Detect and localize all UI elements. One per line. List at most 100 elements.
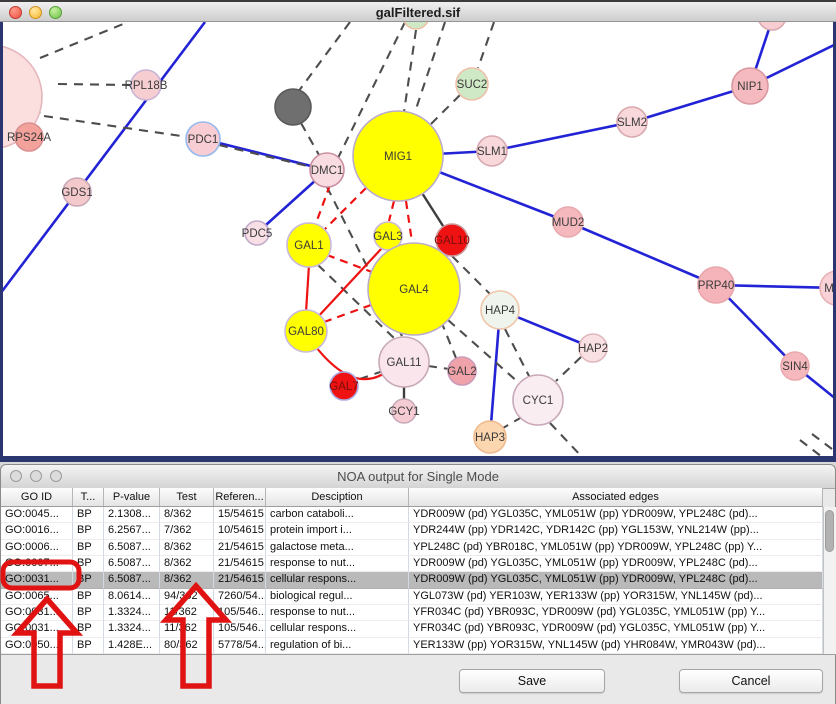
column-header-t-[interactable]: T... [73,488,104,506]
table-cell: 7260/54... [214,589,266,605]
table-row[interactable]: GO:0065...BP8.0614...94/3627260/54...bio… [1,589,823,605]
table-row[interactable]: GO:0031...BP1.3324...11/362105/546...cel… [1,621,823,637]
node-label-HAP4: HAP4 [485,305,516,317]
cancel-button[interactable]: Cancel [679,669,823,693]
table-cell: regulation of bi... [266,638,409,654]
node-label-PRP40: PRP40 [698,280,734,292]
table-cell: GO:0016... [1,523,73,539]
network-window-title: galFiltered.sif [0,5,836,20]
network-canvas: RPL18BRPS24AGDS1PDC1PDC5DMC1MIG1SUC2SLM1… [0,22,836,462]
scrollbar-thumb[interactable] [825,510,834,552]
table-cell: GO:0065... [1,589,73,605]
node-label-GAL80: GAL80 [288,326,324,338]
noa-window-titlebar[interactable]: NOA output for Single Mode [1,465,835,489]
table-header-row: GO IDT...P-valueTestReferen...Desciption… [1,488,823,507]
node-label-GAL2: GAL2 [447,366,476,378]
table-cell: BP [73,540,104,556]
vertical-scrollbar[interactable] [823,507,836,654]
table-row[interactable]: GO:0006...BP6.5087...8/36221/54615galact… [1,540,823,556]
table-cell: YDR244W (pp) YDR142C, YDR142C (pp) YGL15… [409,523,823,539]
node-label-PDC5: PDC5 [242,228,273,240]
table-cell: 1.3324... [104,605,160,621]
table-cell: carbon cataboli... [266,507,409,523]
table-cell: 15/54615 [214,507,266,523]
table-cell: YER133W (pp) YOR315W, YNL145W (pd) YHR08… [409,638,823,654]
table-cell: 105/546... [214,621,266,637]
network-window: RPL18BRPS24AGDS1PDC1PDC5DMC1MIG1SUC2SLM1… [0,0,836,462]
table-row[interactable]: GO:0050...BP1.428E...80/3625778/54...reg… [1,638,823,654]
table-cell: galactose meta... [266,540,409,556]
table-cell: cellular respons... [266,572,409,588]
table-cell: GO:0045... [1,507,73,523]
table-cell: 6.5087... [104,540,160,556]
table-cell: GO:0050... [1,638,73,654]
noa-window-title: NOA output for Single Mode [1,469,835,484]
table-cell: YGL073W (pd) YER103W, YER133W (pp) YOR31… [409,589,823,605]
table-cell: YDR009W (pd) YGL035C, YML051W (pp) YDR00… [409,556,823,572]
node-label-GDS1: GDS1 [61,187,92,199]
node-label-CYC1: CYC1 [523,395,554,407]
node-label-RPL18B: RPL18B [125,80,168,92]
table-cell: YFR034C (pd) YBR093C, YDR009W (pd) YGL03… [409,605,823,621]
column-header-desciption[interactable]: Desciption [266,488,409,506]
table-row[interactable]: GO:0031...BP1.3324...11/362105/546...res… [1,605,823,621]
table-cell: BP [73,556,104,572]
table-cell: 94/362 [160,589,214,605]
save-button[interactable]: Save [459,669,605,693]
table-cell: 11/362 [160,605,214,621]
table-cell: 8.0614... [104,589,160,605]
table-cell: GO:0007... [1,556,73,572]
window-border-left [0,22,3,456]
table-cell: biological regul... [266,589,409,605]
node-label-SLM1: SLM1 [477,146,507,158]
node-label-MIG1: MIG1 [384,151,412,163]
network-window-titlebar[interactable]: galFiltered.sif [0,0,836,22]
table-cell: BP [73,572,104,588]
table-cell: GO:0031... [1,572,73,588]
table-row[interactable]: GO:0016...BP6.2567...7/36210/54615protei… [1,523,823,539]
table-cell: 8/362 [160,556,214,572]
table-cell: response to nut... [266,556,409,572]
column-header-test[interactable]: Test [160,488,214,506]
table-cell: BP [73,621,104,637]
node-label-MUD2: MUD2 [552,217,585,229]
node-label-GAL3: GAL3 [373,231,402,243]
node-label-GAL1: GAL1 [294,240,323,252]
table-cell: GO:0006... [1,540,73,556]
node-label-HAP3: HAP3 [475,432,505,444]
table-cell: BP [73,638,104,654]
column-header-referen-[interactable]: Referen... [214,488,266,506]
column-header-associated-edges[interactable]: Associated edges [409,488,823,506]
table-cell: 6.2567... [104,523,160,539]
table-cell: 5778/54... [214,638,266,654]
node-label-DMC1: DMC1 [311,165,344,177]
table-cell: 80/362 [160,638,214,654]
column-header-go-id[interactable]: GO ID [1,488,73,506]
table-bottom-divider [1,654,836,655]
node-label-NIP1: NIP1 [737,81,763,93]
table-cell: 8/362 [160,540,214,556]
table-cell: 11/362 [160,621,214,637]
node-label-GAL4: GAL4 [399,284,429,296]
table-cell: protein import i... [266,523,409,539]
table-cell: GO:0031... [1,605,73,621]
network-node-unnamed-gray[interactable] [275,89,311,125]
table-cell: 21/54615 [214,556,266,572]
table-cell: 105/546... [214,605,266,621]
node-label-GCY1: GCY1 [388,406,419,418]
node-label-SUC2: SUC2 [457,79,488,91]
column-header-p-value[interactable]: P-value [104,488,160,506]
table-cell: 6.5087... [104,572,160,588]
noa-output-window: NOA output for Single Mode GO IDT...P-va… [0,464,836,704]
node-label-SLM2: SLM2 [617,117,647,129]
table-cell: BP [73,605,104,621]
table-cell: 21/54615 [214,540,266,556]
table-cell: response to nut... [266,605,409,621]
table-row[interactable]: GO:0045...BP2.1308...8/36215/54615carbon… [1,507,823,523]
table-row[interactable]: GO:0031...BP6.5087...8/36221/54615cellul… [1,572,823,588]
table-cell: 2.1308... [104,507,160,523]
table-row[interactable]: GO:0007...BP6.5087...8/36221/54615respon… [1,556,823,572]
table-cell: 1.3324... [104,621,160,637]
node-label-HAP2: HAP2 [578,343,608,355]
table-cell: 10/54615 [214,523,266,539]
